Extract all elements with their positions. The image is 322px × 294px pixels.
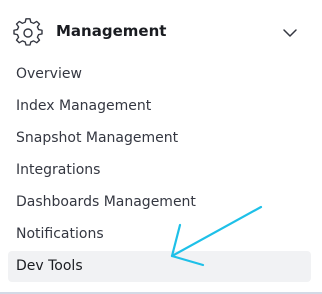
nav-item-label: Overview xyxy=(16,66,82,82)
nav-item-label: Integrations xyxy=(16,162,101,178)
gear-icon xyxy=(13,18,43,48)
nav-item-label: Notifications xyxy=(16,226,104,242)
nav-item-dev-tools[interactable]: Dev Tools xyxy=(0,250,322,282)
nav-item-label: Index Management xyxy=(16,98,152,114)
nav-item-notifications[interactable]: Notifications xyxy=(0,218,322,250)
nav-item-label: Dashboards Management xyxy=(16,194,196,210)
nav-item-label: Snapshot Management xyxy=(16,130,179,146)
nav-item-dashboards-management[interactable]: Dashboards Management xyxy=(0,186,322,218)
nav-item-label: Dev Tools xyxy=(16,258,83,274)
management-panel: Management Overview Index Management Sna… xyxy=(0,0,322,294)
nav-item-index-management[interactable]: Index Management xyxy=(0,90,322,122)
management-section-header[interactable]: Management xyxy=(0,10,322,54)
nav-item-integrations[interactable]: Integrations xyxy=(0,154,322,186)
nav-item-overview[interactable]: Overview xyxy=(0,58,322,90)
section-title: Management xyxy=(56,22,167,40)
management-nav-list: Overview Index Management Snapshot Manag… xyxy=(0,58,322,282)
nav-item-snapshot-management[interactable]: Snapshot Management xyxy=(0,122,322,154)
chevron-down-icon[interactable] xyxy=(281,24,299,42)
